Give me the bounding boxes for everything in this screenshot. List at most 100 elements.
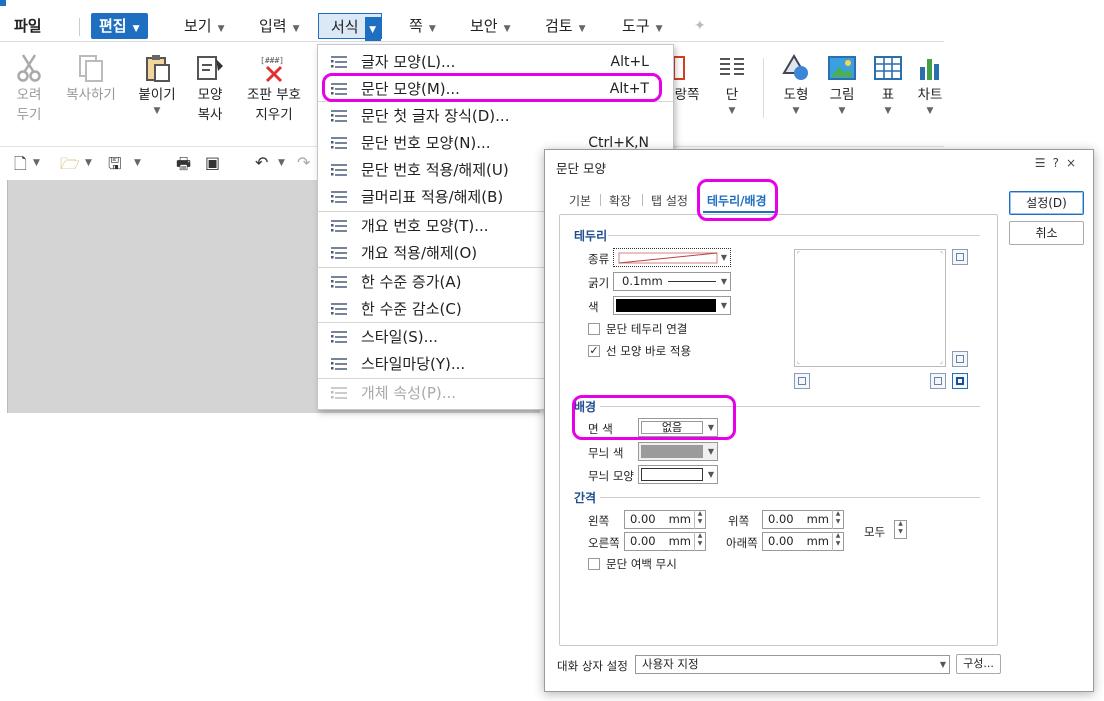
chevron-down-icon: ▼ [720,253,727,262]
menu-page[interactable]: 쪽 ▼ [405,13,440,39]
menu-page-label: 쪽 [409,17,423,35]
help-icon[interactable]: ? [1053,156,1066,170]
border-width-select[interactable]: 0.1mm ▼ [613,272,731,291]
tab-extended[interactable]: 확장 [609,192,631,209]
copy-label: 복사하기 [66,87,116,103]
ignore-margin-checkbox[interactable] [588,558,600,570]
menu-input[interactable]: 입력 ▼ [255,13,304,39]
pattern-shape-preview [641,468,703,481]
config-button[interactable]: 구성... [956,654,1001,674]
shapes-button[interactable]: 도형 ▼ [778,53,814,117]
apply-line-label: 선 모양 바로 적용 [606,344,692,358]
corner-mark: ⌝ [939,251,943,259]
menu-review[interactable]: 검토 ▼ [541,13,590,39]
menu-security[interactable]: 보안 ▼ [466,13,515,39]
preview-icon[interactable]: ▣ [205,153,220,172]
chevron-down-icon: ▼ [428,24,436,34]
menu-format[interactable]: 서식 ▼ [318,13,382,41]
chevron-down-icon[interactable]: ▼ [134,158,141,168]
menu-view[interactable]: 보기 ▼ [180,13,229,39]
apply-line-checkbox[interactable]: ✓ [588,345,600,357]
border-side-icon[interactable] [930,373,946,389]
top-spacing-input[interactable]: 0.00 mm ▲ ▼ [762,510,844,529]
format-menu-item-label: 개요 번호 모양(T)... [361,217,489,235]
chevron-down-icon: ▼ [153,106,161,116]
save-icon[interactable]: 🖫 [108,153,122,180]
left-spacing-input[interactable]: 0.00 mm ▲ ▼ [624,510,706,529]
outline-toggle-icon [331,247,347,259]
close-icon[interactable]: × [1066,156,1083,170]
pattern-shape-select[interactable]: ▼ [638,465,718,484]
clear-marks-button[interactable]: [###] 조판 부호 지우기 [238,53,310,125]
border-inside-icon[interactable] [794,373,810,389]
tab-divider [600,194,601,206]
page-side-label: 랑쪽 [674,87,700,103]
all-spacing-spinner[interactable]: ▲ ▼ [894,520,907,539]
checkmark-icon: ✓ [589,344,599,357]
picture-button[interactable]: 그림 ▼ [824,53,860,117]
spinner-icon[interactable]: ▲ ▼ [694,510,705,529]
menu-edit[interactable]: 편집 ▼ [91,13,148,39]
bullet-icon [331,191,347,203]
table-button[interactable]: 표 ▼ [872,53,904,117]
spinner-icon[interactable]: ▲ ▼ [832,510,843,529]
svg-text:[###]: [###] [260,56,284,65]
menu-tools[interactable]: 도구 ▼ [618,13,667,39]
border-color-label: 색 [588,300,599,314]
border-all-icon[interactable] [952,249,968,265]
tab-tab-settings[interactable]: 탭 설정 [651,192,688,209]
chart-button[interactable]: 차트 ▼ [914,53,944,117]
unit-label: mm [806,512,829,526]
dialog-menu-icon[interactable]: ☰ [1035,156,1053,170]
format-menu-item[interactable]: 글자 모양(L)... Alt+L [318,49,673,75]
chevron-down-icon[interactable]: ▼ [85,158,92,168]
dialog-window-controls: ☰?× [1035,156,1083,170]
bottom-spacing-input[interactable]: 0.00 mm ▲ ▼ [762,532,844,551]
format-copy-button[interactable]: 모양 복사 [190,53,230,125]
format-menu-item[interactable]: 문단 첫 글자 장식(D)... [318,103,673,129]
columns-label: 단 [725,87,739,103]
preset-select[interactable]: 사용자 지정 ▼ [635,655,950,674]
copy-button[interactable]: 복사하기 [60,53,122,105]
right-spacing-input[interactable]: 0.00 mm ▲ ▼ [624,532,706,551]
border-outline-icon[interactable] [952,373,968,389]
format-menu-item-label: 문단 번호 적용/해제(U) [361,161,509,179]
menu-file[interactable]: 파일 [10,13,46,39]
style-gallery-icon [331,358,347,370]
chevron-down-icon: ▼ [707,447,714,456]
paste-button[interactable]: 붙이기 ▼ [132,53,182,117]
border-color-select[interactable]: ▼ [613,296,731,315]
unit-label: mm [668,534,691,548]
chevron-down-icon: ▼ [132,24,140,34]
open-folder-icon[interactable]: 🗁 [60,153,80,180]
level-up-icon [331,276,347,288]
undo-icon[interactable]: ↶ [255,153,268,172]
pattern-color-swatch [641,445,703,458]
connect-border-checkbox[interactable] [588,323,600,335]
border-right-icon[interactable] [952,351,968,367]
columns-button[interactable]: 단 ▼ [712,53,752,117]
chevron-down-icon[interactable]: ▼ [33,158,40,168]
chevron-down-icon[interactable]: ▼ [278,158,285,168]
pattern-color-select[interactable]: ▼ [638,442,718,461]
corner-mark: ⌜ [797,251,801,259]
tab-basic[interactable]: 기본 [569,192,591,209]
ok-button[interactable]: 설정(D) [1009,191,1084,215]
cut-button[interactable]: 오려 두기 [12,53,46,125]
redo-icon[interactable]: ↷ [297,153,310,172]
new-document-icon[interactable]: 🗋 [14,153,27,180]
document-page-edge [0,180,8,413]
page-side-button[interactable]: 랑쪽 [672,53,702,105]
plugin-icon[interactable]: ✦ [690,13,710,39]
cancel-button[interactable]: 취소 [1009,221,1084,245]
scissors-icon [17,54,41,82]
print-icon[interactable]: 🖶 [176,153,191,180]
spinner-icon[interactable]: ▲ ▼ [694,532,705,551]
chevron-down-icon: ▼ [720,277,727,286]
spinner-icon[interactable]: ▲ ▼ [832,532,843,551]
ribbon-divider [763,58,764,118]
corner-accent [0,0,6,6]
right-spacing-label: 오른쪽 [588,536,620,550]
right-spacing-value: 0.00 [630,534,656,548]
border-type-select[interactable]: ▼ [613,248,731,267]
